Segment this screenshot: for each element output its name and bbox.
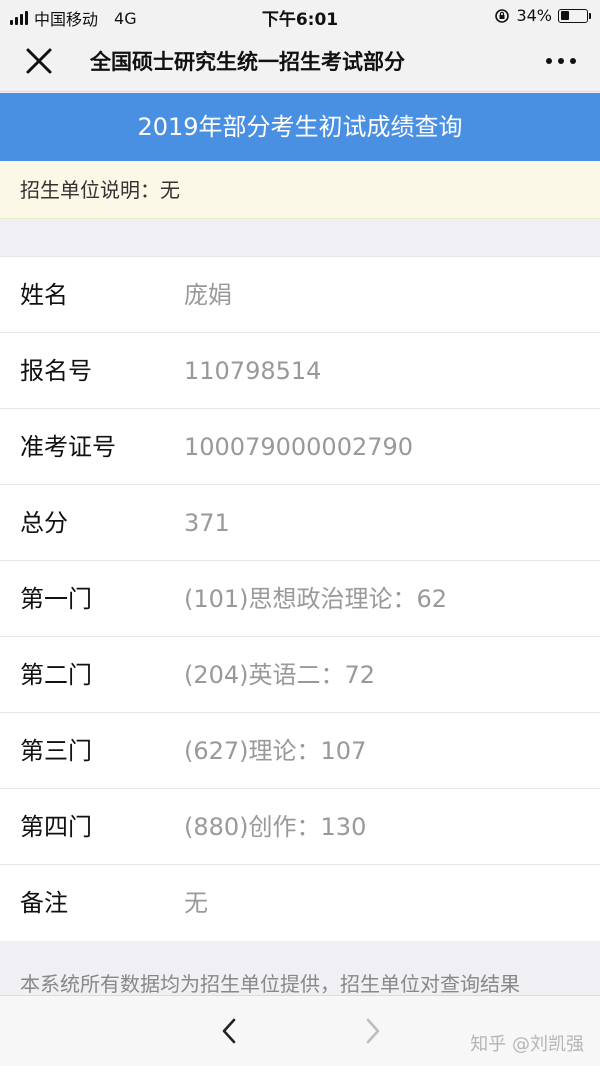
info-label: 姓名 (20, 281, 68, 309)
battery-icon (558, 8, 591, 23)
battery-level (560, 11, 569, 20)
status-right: 34% (494, 6, 591, 25)
info-row-registration-no: 报名号 110798514 (0, 333, 600, 409)
info-value: 371 (184, 509, 230, 537)
info-value: 100079000002790 (184, 433, 414, 461)
rotation-lock-icon (495, 8, 510, 23)
score-info-list: 姓名 庞娟 报名号 110798514 准考证号 100079000002790… (0, 256, 600, 941)
info-value: (204)英语二：72 (184, 661, 376, 689)
info-row-subject-3: 第三门 (627)理论：107 (0, 713, 600, 789)
nav-bar: 全国硕士研究生统一招生考试部分 (0, 30, 600, 92)
page-header: 2019年部分考生初试成绩查询 (0, 93, 600, 161)
info-row-subject-4: 第四门 (880)创作：130 (0, 789, 600, 865)
info-row-total-score: 总分 371 (0, 485, 600, 561)
disclaimer-text: 本系统所有数据均为招生单位提供，招生单位对查询结果 (20, 972, 520, 996)
status-bar: 中国移动 4G 下午6:01 34% (0, 0, 600, 30)
info-label: 总分 (20, 509, 68, 537)
info-value: (101)思想政治理论：62 (184, 585, 448, 613)
nav-title: 全国硕士研究生统一招生考试部分 (90, 50, 405, 74)
bottom-nav-bar: 知乎 @刘凯强 (0, 995, 600, 1066)
info-row-subject-1: 第一门 (101)思想政治理论：62 (0, 561, 600, 637)
info-row-name: 姓名 庞娟 (0, 257, 600, 333)
info-value: (880)创作：130 (184, 813, 367, 841)
info-row-admission-ticket-no: 准考证号 100079000002790 (0, 409, 600, 485)
chevron-left-icon[interactable] (216, 1016, 242, 1046)
info-label: 报名号 (20, 357, 92, 385)
info-label: 准考证号 (20, 433, 116, 461)
info-row-subject-2: 第二门 (204)英语二：72 (0, 637, 600, 713)
info-label: 第三门 (20, 737, 92, 765)
battery-percent: 34% (516, 6, 552, 25)
info-value: 110798514 (184, 357, 322, 385)
info-value: (627)理论：107 (184, 737, 367, 765)
info-label: 备注 (20, 889, 68, 917)
nav-title-fade (458, 46, 494, 76)
info-label: 第二门 (20, 661, 92, 689)
more-dots-icon[interactable] (546, 58, 576, 64)
watermark: 知乎 @刘凯强 (470, 1034, 584, 1055)
info-value: 无 (184, 889, 208, 917)
info-value: 庞娟 (184, 281, 232, 309)
info-label: 第一门 (20, 585, 92, 613)
info-label: 第四门 (20, 813, 92, 841)
chevron-right-icon[interactable] (360, 1016, 386, 1046)
notice-banner: 招生单位说明：无 (0, 161, 600, 219)
info-row-remarks: 备注 无 (0, 865, 600, 941)
close-icon[interactable] (22, 44, 56, 78)
